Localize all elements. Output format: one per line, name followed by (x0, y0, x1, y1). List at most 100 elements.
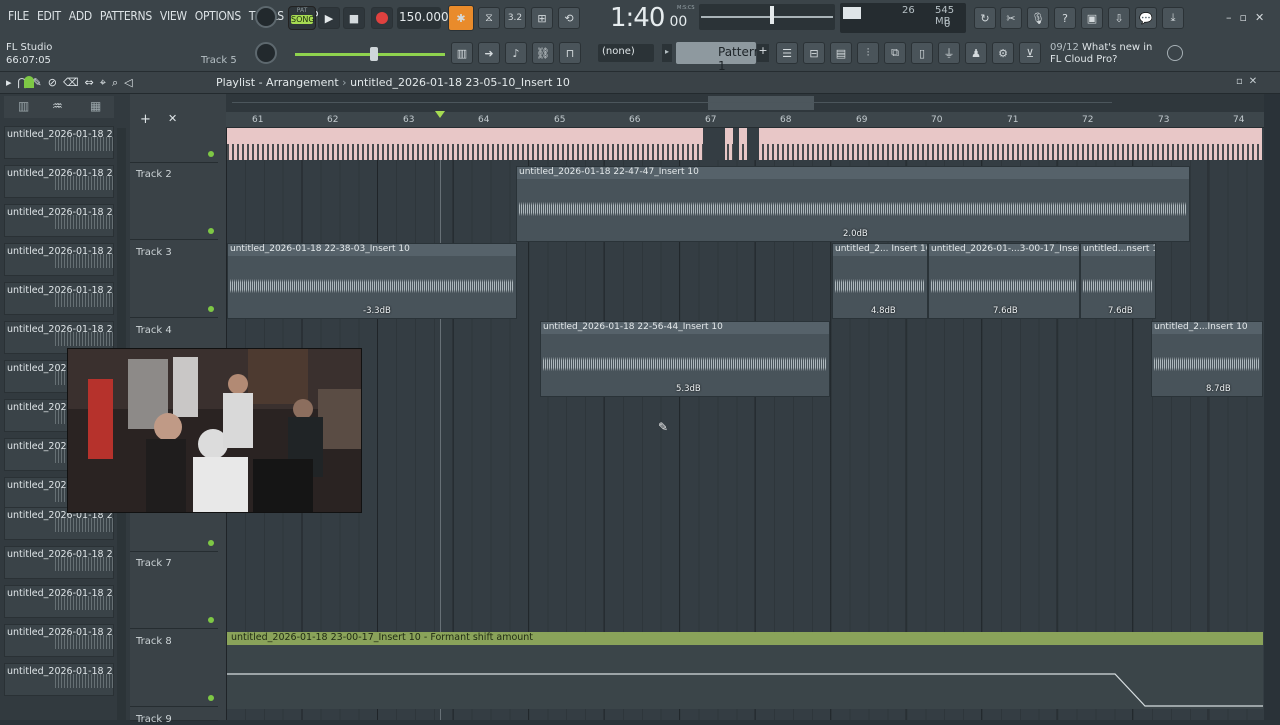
wait-input-button[interactable]: ⧖ (478, 7, 500, 29)
list-item[interactable]: untitled_2026-01-18 22-... (4, 165, 114, 198)
metronome-button[interactable]: ✱ (448, 5, 474, 31)
playlist-header: ▸⋂✎⊘⌫⇔⌖⌕◁ Playlist - Arrangement › untit… (0, 72, 1280, 94)
menu-view[interactable]: VIEW (156, 9, 191, 23)
undo-button[interactable]: ↻ (974, 7, 996, 29)
grid-icon[interactable]: ▥ (18, 99, 29, 113)
time-format-label: M:S:CS (677, 5, 695, 11)
list-item[interactable]: untitled_2026-01-18 22-... (4, 243, 114, 276)
track-mute-led[interactable] (208, 695, 214, 701)
playlist-window-controls[interactable]: ▫✕ (1236, 76, 1263, 87)
list-item[interactable]: untitled_2026-01-18 23-... (4, 663, 114, 696)
track-mute-led[interactable] (208, 228, 214, 234)
track-header-7[interactable]: Track 7 (130, 552, 218, 629)
piano-roll-button[interactable]: ▥ (451, 42, 473, 64)
master-pitch-slider[interactable] (699, 4, 835, 30)
chat-button[interactable]: 💬 (1135, 7, 1157, 29)
pattern-prev-button[interactable]: ▸ (662, 44, 672, 62)
audio-clip[interactable]: untitled_2026-01-18 22-38-03_Insert 10 -… (227, 243, 517, 319)
audio-clip[interactable]: untitled_2... Insert 10 4.8dB (832, 243, 928, 319)
close-icon[interactable]: ✕ (168, 112, 177, 125)
pitch-handle[interactable] (770, 6, 774, 24)
menu-edit[interactable]: EDIT (33, 9, 65, 23)
cart-icon: ⊻ (1025, 46, 1035, 60)
playhead-marker[interactable] (435, 111, 445, 118)
track1-audio-clip[interactable] (227, 128, 1262, 160)
typing-keyboard-button[interactable]: ♪ (505, 42, 527, 64)
automation-clip-body[interactable] (227, 645, 1263, 709)
cut-button[interactable]: ✂ (1000, 7, 1022, 29)
save-button[interactable]: ▣ (1081, 7, 1103, 29)
play-button[interactable]: ▶ (318, 7, 340, 29)
list-item[interactable]: untitled_2026-01-18 22-... (4, 126, 114, 159)
waveform-icon[interactable]: ♒ (52, 99, 63, 113)
automation-icon[interactable]: ▦ (90, 99, 101, 113)
news-panel[interactable]: 09/12 What's new in FL Cloud Pro? (1050, 42, 1162, 66)
pattern-selector[interactable]: Pattern 1 (676, 42, 761, 73)
channel-rack-button[interactable]: ⊟ (803, 42, 825, 64)
track-header-8[interactable]: Track 8 (130, 630, 218, 707)
audio-input-button[interactable]: 🎙 (1027, 7, 1049, 29)
track-header-9[interactable]: Track 9 (130, 708, 218, 725)
plugin-button[interactable]: ⊓ (559, 42, 581, 64)
countdown-button[interactable]: 3.2 (504, 7, 526, 29)
record-button[interactable] (371, 7, 393, 29)
time-display[interactable]: 1:40 00 M:S:CS (610, 3, 695, 33)
scissors-icon: ✂ (1006, 11, 1016, 25)
arrow-tool-button[interactable]: ➜ (478, 42, 500, 64)
store-button[interactable]: ⊻ (1019, 42, 1041, 64)
automation-clip-header[interactable]: untitled_2026-01-18 23-00-17_Insert 10 -… (227, 632, 1263, 645)
piano-roll-window-button[interactable]: ▤ (830, 42, 852, 64)
audio-clip[interactable]: untitled...nsert 10 7.6dB (1080, 243, 1156, 319)
loop-record-button[interactable]: ⟲ (558, 7, 580, 29)
timeline-ruler[interactable]: 61 62 63 64 65 66 67 68 69 70 71 72 73 7… (226, 111, 1264, 128)
track-header-2[interactable]: Track 2 (130, 163, 218, 240)
rack-button[interactable]: ⚙ (992, 42, 1014, 64)
audio-clip[interactable]: untitled_2...Insert 10 8.7dB (1151, 321, 1263, 397)
audio-clip[interactable]: untitled_2026-01-18 22-47-47_Insert 10 2… (516, 166, 1190, 242)
track-mute-led[interactable] (208, 540, 214, 546)
plugin-database-button[interactable]: ⏚ (938, 42, 960, 64)
track-header-1[interactable] (130, 128, 218, 163)
menu-patterns[interactable]: PATTERNS (96, 9, 156, 23)
window-controls[interactable]: –▫✕ (1226, 11, 1272, 24)
add-pattern-button[interactable]: + (757, 44, 769, 62)
audio-clip[interactable]: untitled_2026-01-...3-00-17_Insert 10 7.… (928, 243, 1080, 319)
menu-file[interactable]: FILE (4, 9, 33, 23)
horizontal-scrollbar[interactable] (226, 94, 1264, 112)
song-pat-toggle[interactable]: PAT SONG (288, 6, 316, 30)
link-button[interactable]: ⛓ (532, 42, 554, 64)
tempo-display[interactable]: 150.000 (397, 7, 449, 29)
list-item[interactable]: untitled_2026-01-18 23-... (4, 585, 114, 618)
menu-options[interactable]: OPTIONS (191, 9, 245, 23)
tutorials-button[interactable]: ♟ (965, 42, 987, 64)
track-mute-led[interactable] (208, 306, 214, 312)
playlist-window-button[interactable]: ☰ (776, 42, 798, 64)
stop-button[interactable]: ■ (343, 7, 365, 29)
download-button[interactable]: ⤓ (1162, 7, 1184, 29)
track-header-3[interactable]: Track 3 (130, 241, 218, 318)
list-item[interactable]: untitled_2026-01-18 22-... (4, 282, 114, 315)
list-item[interactable]: untitled_2026-01-18 22-... (4, 546, 114, 579)
mixer-button[interactable]: ⫶ (857, 42, 879, 64)
add-track-button[interactable]: + (140, 112, 151, 127)
clip-waveform (1083, 268, 1153, 304)
project-button[interactable]: ▯ (911, 42, 933, 64)
list-item[interactable]: untitled_2026-01-18 22-... (4, 204, 114, 237)
track-mute-led[interactable] (208, 617, 214, 623)
scrollbar-thumb[interactable] (708, 96, 814, 110)
track-mute-led[interactable] (208, 151, 214, 157)
volume-slider-handle[interactable] (370, 47, 378, 61)
menu-add[interactable]: ADD (65, 9, 96, 23)
globe-icon[interactable] (1167, 45, 1183, 61)
list-item[interactable]: untitled_2026-01-18 23-... (4, 624, 114, 657)
browser-button[interactable]: ⧉ (884, 42, 906, 64)
audio-clip[interactable]: untitled_2026-01-18 22-56-44_Insert 10 5… (540, 321, 830, 397)
channel-selector[interactable]: (none) (598, 44, 654, 62)
step-edit-button[interactable]: ⊞ (531, 7, 553, 29)
master-volume-knob[interactable] (255, 6, 277, 28)
arrangement-name[interactable]: untitled_2026-01-18 23-05-10_Insert 10 (350, 76, 570, 89)
magnet-icon[interactable] (24, 76, 34, 88)
help-button[interactable]: ? (1054, 7, 1076, 29)
render-button[interactable]: ⇩ (1108, 7, 1130, 29)
master-pitch-knob[interactable] (255, 42, 277, 64)
